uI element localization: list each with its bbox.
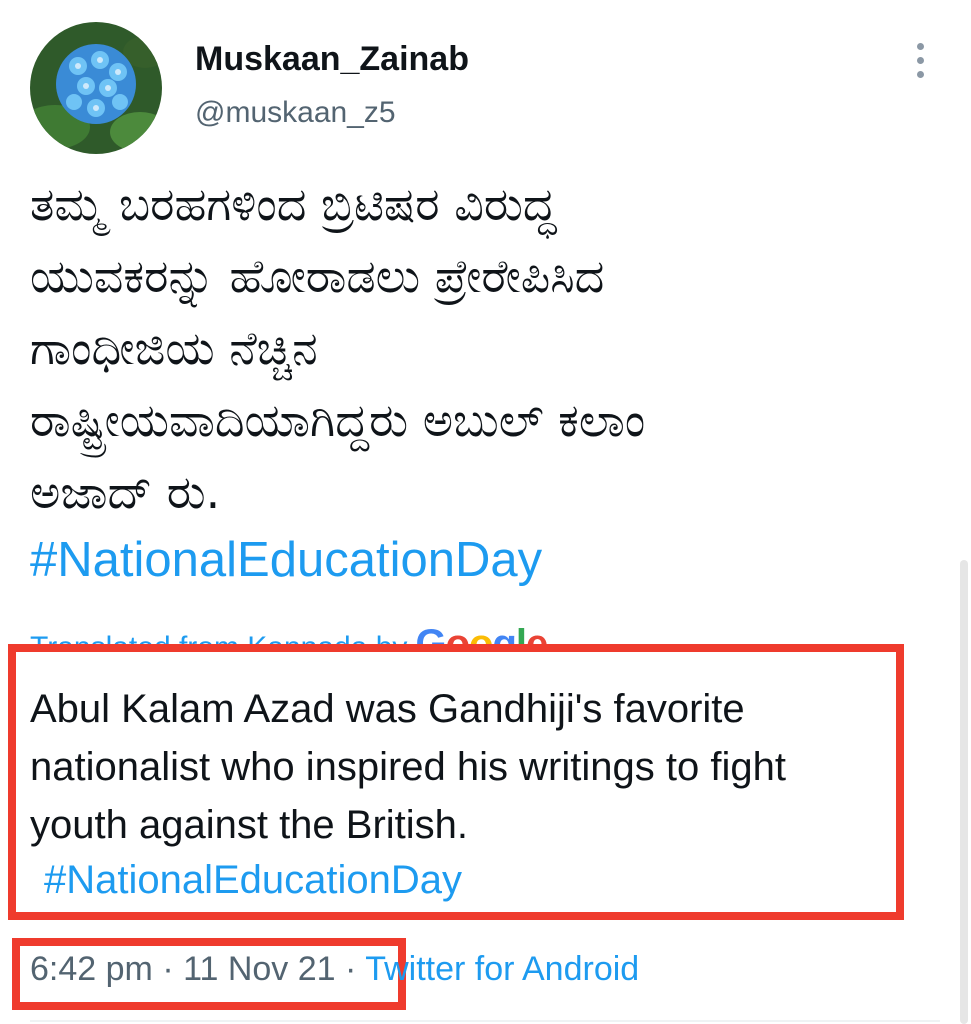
more-vertical-icon[interactable] <box>900 40 940 80</box>
translated-hashtag-link[interactable]: #NationalEducationDay <box>44 858 462 903</box>
translation-line: nationalist who inspired his writings to… <box>30 745 786 789</box>
more-dot <box>916 42 924 50</box>
tweet-metadata: 6:42 pm · 11 Nov 21 · Twitter for Androi… <box>30 950 639 989</box>
more-dot <box>916 70 924 78</box>
tweet-translation-text: Abul Kalam Azad was Gandhiji's favorite … <box>30 680 910 854</box>
separator: · <box>162 950 174 988</box>
user-handle[interactable]: @muskaan_z5 <box>195 96 396 130</box>
tweet-line: ಗಾಂಧೀಜಿಯ ನೆಚ್ಚಿನ <box>30 321 318 375</box>
more-dot <box>916 56 924 64</box>
scrollbar[interactable] <box>960 560 968 1024</box>
tweet-source-link[interactable]: Twitter for Android <box>365 950 639 988</box>
tweet-line: ಯುವಕರನ್ನು ಹೋರಾಡಲು ಪ್ರೇರೇಪಿಸಿದ <box>30 249 605 303</box>
translation-line: Abul Kalam Azad was Gandhiji's favorite <box>30 687 745 731</box>
tweet-original-text: ತಮ್ಮ ಬರಹಗಳಿಂದ ಬ್ರಿಟಿಷರ ವಿರುದ್ಧ ಯುವಕರನ್ನು… <box>30 168 940 528</box>
translation-line: youth against the British. <box>30 803 469 847</box>
tweet-line: ಅಜಾದ್ ರು. <box>30 465 221 519</box>
display-name[interactable]: Muskaan_Zainab <box>195 40 469 79</box>
tweet-time[interactable]: 6:42 pm <box>30 950 153 988</box>
hashtag-link[interactable]: #NationalEducationDay <box>30 532 542 588</box>
hydrangea-flower-avatar-icon <box>30 22 162 154</box>
tweet-date[interactable]: 11 Nov 21 <box>183 950 335 988</box>
divider <box>30 1020 940 1022</box>
tweet-line: ತಮ್ಮ ಬರಹಗಳಿಂದ ಬ್ರಿಟಿಷರ ವಿರುದ್ಧ <box>30 177 557 231</box>
separator: · <box>345 950 357 988</box>
tweet-line: ರಾಷ್ಟ್ರೀಯವಾದಿಯಾಗಿದ್ದರು ಅಬುಲ್ ಕಲಾಂ <box>30 393 646 447</box>
avatar[interactable] <box>30 22 162 154</box>
